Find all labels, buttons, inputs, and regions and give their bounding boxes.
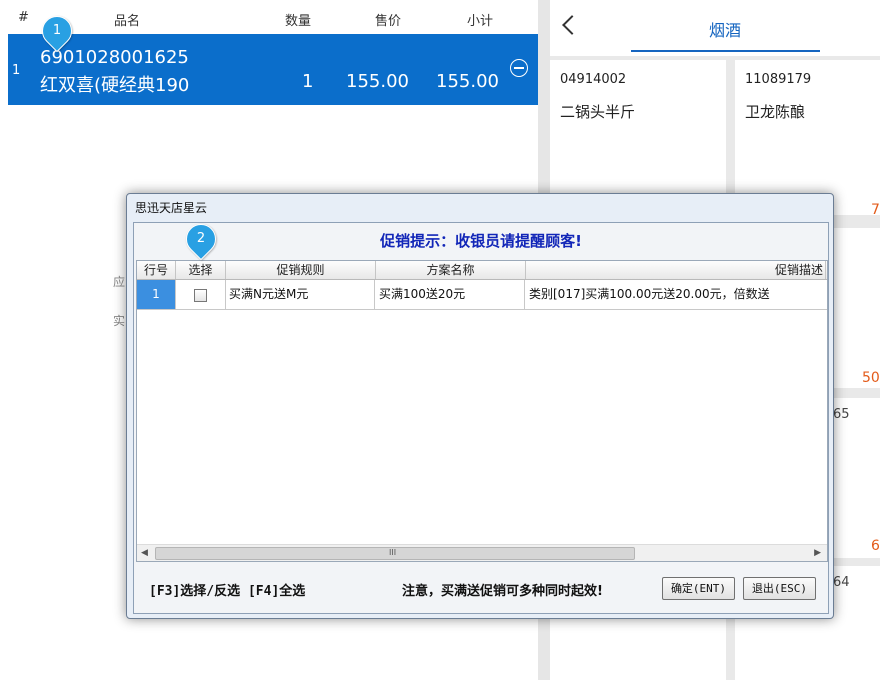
partial-price: 6: [871, 538, 880, 554]
partial-price: 7: [871, 202, 880, 218]
row-checkbox[interactable]: [194, 289, 207, 302]
shortcut-hint: [F3]选择/反选 [F4]全选: [149, 584, 306, 599]
paid-label: 实: [113, 314, 126, 328]
confirm-button[interactable]: 确定(ENT): [662, 577, 735, 600]
product-code: 04914002: [560, 72, 627, 87]
col-select[interactable]: 选择: [176, 261, 226, 279]
col-row-no: 行号: [137, 261, 176, 279]
promotion-hint: 促销提示：收银员请提醒顾客!: [380, 232, 582, 250]
exit-button[interactable]: 退出(ESC): [743, 577, 816, 600]
col-rule: 促销规则: [226, 261, 376, 279]
product-name: 卫龙陈酿: [745, 103, 806, 121]
header-subtotal: 小计: [467, 14, 494, 29]
scroll-left-icon[interactable]: ◀: [141, 548, 148, 558]
col-desc: 促销描述: [526, 261, 826, 279]
back-icon[interactable]: [562, 15, 582, 35]
cart-row-subtotal: 155.00: [436, 71, 499, 92]
scroll-right-icon[interactable]: ▶: [814, 548, 821, 558]
cart-row-qty: 1: [302, 71, 314, 92]
product-card[interactable]: 11089179 卫龙陈酿: [735, 60, 880, 215]
table-row[interactable]: 1 买满N元送M元 买满100送20元 类别[017]买满100.00元送20.…: [137, 280, 827, 310]
row-desc: 类别[017]买满100.00元送20.00元，倍数送: [529, 287, 770, 301]
col-plan: 方案名称: [376, 261, 526, 279]
row-select-cell[interactable]: [176, 280, 226, 309]
payable-label: 应: [113, 275, 126, 289]
header-name: 品名: [114, 14, 141, 29]
partial-code: 64: [833, 575, 850, 590]
header-qty: 数量: [285, 14, 312, 29]
category-header: 烟酒: [550, 0, 880, 56]
partial-price: 50: [862, 370, 880, 386]
scroll-grip: III: [389, 548, 397, 557]
cart-row-index: 1: [12, 63, 21, 78]
cart-row-name: 红双喜(硬经典190: [40, 75, 190, 96]
cart-row-selected[interactable]: 1 6901028001625 红双喜(硬经典190 1 155.00 155.…: [8, 34, 538, 105]
cart-row-code: 6901028001625: [40, 47, 189, 68]
promotion-dialog: 思迅天店星云 促销提示：收银员请提醒顾客! 行号 选择 促销规则 方案名称 促销…: [126, 193, 834, 619]
header-index: #: [18, 10, 29, 25]
row-plan: 买满100送20元: [376, 280, 525, 309]
header-price: 售价: [375, 14, 402, 29]
cart-row-price: 155.00: [346, 71, 409, 92]
tab-tobacco-liquor[interactable]: 烟酒: [630, 17, 820, 41]
horizontal-scrollbar[interactable]: ◀ III ▶: [137, 544, 827, 561]
row-rule: 买满N元送M元: [226, 280, 375, 309]
product-name: 二锅头半斤: [560, 103, 636, 121]
scroll-thumb[interactable]: III: [155, 547, 635, 560]
notice-text: 注意，买满送促销可多种同时起效!: [402, 584, 603, 599]
product-code: 11089179: [745, 72, 812, 87]
row-number: 1: [137, 280, 176, 309]
cart-header: # 品名 数量 售价 小计: [0, 0, 540, 34]
dialog-body: 促销提示：收银员请提醒顾客! 行号 选择 促销规则 方案名称 促销描述 1 买满…: [133, 222, 829, 614]
product-card[interactable]: 04914002 二锅头半斤: [550, 60, 726, 215]
partial-code: 65: [833, 407, 850, 422]
tab-underline: [631, 50, 820, 52]
remove-item-icon[interactable]: [510, 59, 528, 77]
dialog-title: 思迅天店星云: [135, 201, 208, 215]
table-header: 行号 选择 促销规则 方案名称 促销描述: [137, 261, 827, 280]
promotion-table: 行号 选择 促销规则 方案名称 促销描述 1 买满N元送M元 买满100送20元…: [136, 260, 828, 562]
